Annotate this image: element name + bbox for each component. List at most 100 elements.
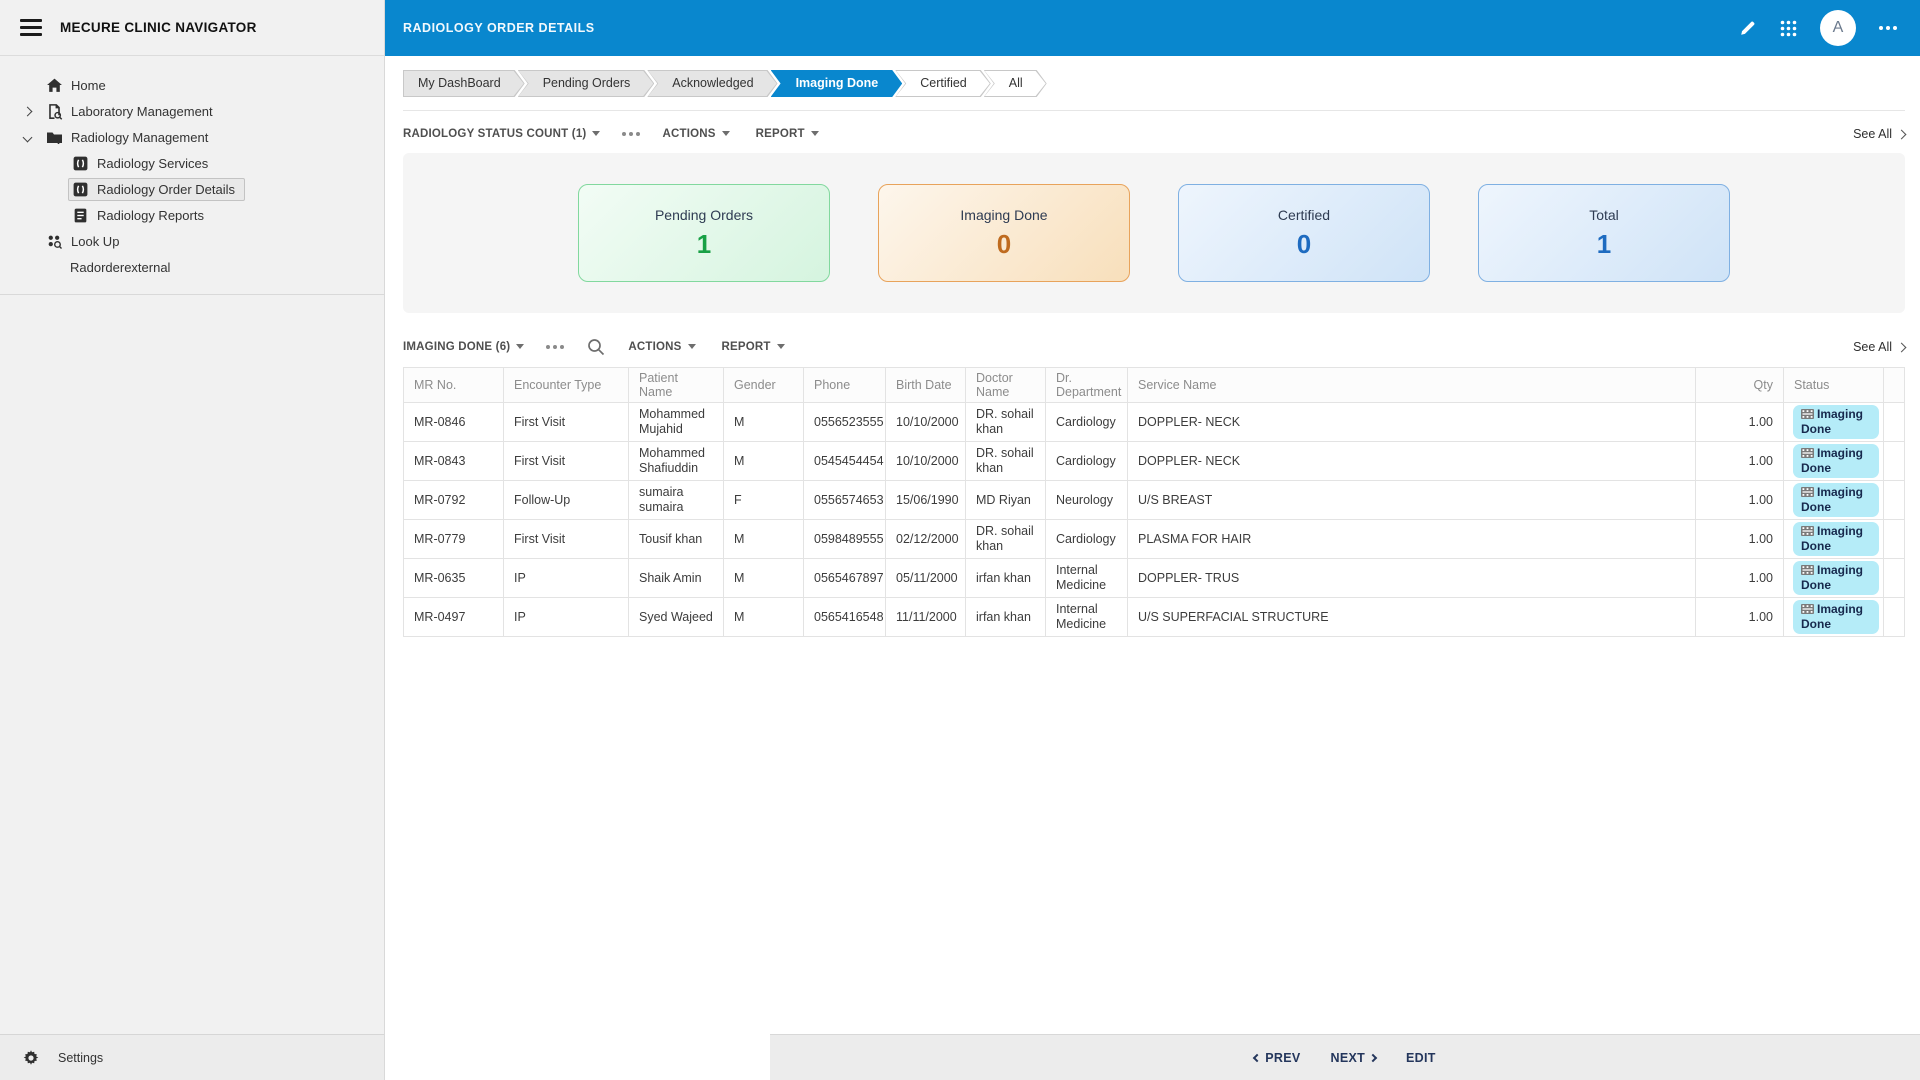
- column-header-doctor_name[interactable]: Doctor Name: [965, 367, 1046, 403]
- sidebar-item-radiology-order-details[interactable]: Radiology Order Details: [0, 176, 384, 202]
- chevron-left-icon: [1253, 1053, 1262, 1062]
- actions-button[interactable]: ACTIONS: [628, 341, 696, 353]
- gear-icon[interactable]: [22, 1049, 40, 1067]
- sidebar-item-radiology-management[interactable]: Radiology Management: [0, 124, 384, 150]
- table-row[interactable]: MR-0843 First Visit Mohammed Shafiuddin M 05…: [403, 441, 1905, 481]
- status-card-pending-orders[interactable]: Pending Orders 1: [578, 184, 830, 282]
- tab-label: All: [1008, 76, 1023, 90]
- column-header-birth_date[interactable]: Birth Date: [885, 367, 966, 403]
- tab-all[interactable]: All: [984, 70, 1047, 97]
- table-row[interactable]: MR-0497 IP Syed Wajeed M 0565416548 11/11/200…: [403, 597, 1905, 637]
- status-card-label: Pending Orders: [654, 206, 754, 223]
- chevron-down-icon[interactable]: [22, 132, 33, 142]
- table-row[interactable]: MR-0846 First Visit Mohammed Mujahid M 05565…: [403, 402, 1905, 442]
- column-header-service_name[interactable]: Service Name: [1127, 367, 1696, 403]
- cell-qty: 1.00: [1695, 480, 1784, 520]
- tab-imaging-done[interactable]: Imaging Done: [771, 70, 903, 97]
- edit-button[interactable]: EDIT: [1406, 1051, 1436, 1065]
- cell-encounter_type: IP: [503, 558, 629, 598]
- report-doc-icon: [72, 207, 89, 224]
- status-section-title[interactable]: RADIOLOGY STATUS COUNT (1): [403, 128, 601, 140]
- sidebar-footer: Settings: [0, 1034, 384, 1080]
- status-card-value: 1: [1596, 228, 1612, 259]
- column-header-phone[interactable]: Phone: [803, 367, 886, 403]
- column-header-mr_no[interactable]: MR No.: [403, 367, 504, 403]
- column-header-patient_name[interactable]: Patient Name: [628, 367, 724, 403]
- status-card-certified[interactable]: Certified 0: [1178, 184, 1430, 282]
- sidebar-item-label: Radiology Order Details: [97, 181, 236, 197]
- cell-doctor_name: MD Riyan: [965, 480, 1046, 520]
- sidebar-item-radiology-services[interactable]: Radiology Services: [0, 150, 384, 176]
- hamburger-menu-icon[interactable]: [20, 19, 42, 36]
- tab-label: Pending Orders: [542, 76, 631, 90]
- actions-button[interactable]: ACTIONS: [662, 128, 730, 140]
- column-spacer: [1883, 367, 1905, 403]
- cell-birth_date: 15/06/1990: [885, 480, 966, 520]
- search-icon[interactable]: [586, 337, 606, 357]
- sidebar-divider: [0, 294, 384, 295]
- edit-pencil-icon[interactable]: [1738, 19, 1757, 38]
- app-window: MECURE CLINIC NAVIGATOR Home Laboratory M…: [0, 0, 1920, 1080]
- sidebar: MECURE CLINIC NAVIGATOR Home Laboratory M…: [0, 0, 385, 1080]
- prev-button[interactable]: PREV: [1253, 1051, 1300, 1065]
- cell-gender: M: [723, 402, 804, 442]
- settings-label[interactable]: Settings: [58, 1051, 103, 1065]
- table-row[interactable]: MR-0779 First Visit Tousif khan M 0598489555…: [403, 519, 1905, 559]
- cell-spacer: [1883, 480, 1905, 520]
- next-button[interactable]: NEXT: [1331, 1051, 1378, 1065]
- tab-pending-orders[interactable]: Pending Orders: [518, 70, 655, 97]
- column-header-gender[interactable]: Gender: [723, 367, 804, 403]
- cell-birth_date: 02/12/2000: [885, 519, 966, 559]
- sidebar-item-laboratory-management[interactable]: Laboratory Management: [0, 98, 384, 124]
- more-options-icon[interactable]: [546, 345, 565, 349]
- more-options-icon[interactable]: [622, 132, 641, 136]
- sidebar-item-inner: Radiology Services: [72, 155, 208, 172]
- cell-dr_department: Neurology: [1045, 480, 1128, 520]
- cell-qty: 1.00: [1695, 441, 1784, 481]
- orders-section-title[interactable]: IMAGING DONE (6): [403, 341, 525, 353]
- see-all-link[interactable]: See All: [1853, 340, 1907, 354]
- status-card-value: 0: [1296, 228, 1312, 259]
- report-button[interactable]: REPORT: [756, 128, 819, 140]
- tab-my-dashboard[interactable]: My DashBoard: [403, 70, 525, 97]
- table-row[interactable]: MR-0635 IP Shaik Amin M 0565467897 05/11/2000…: [403, 558, 1905, 598]
- column-header-status[interactable]: Status: [1783, 367, 1884, 403]
- status-cards-panel: Pending Orders 1 Imaging Done 0 Certified 0 To…: [403, 153, 1905, 313]
- status-badge: Imaging Done: [1788, 598, 1879, 636]
- sidebar-item-radiology-reports[interactable]: Radiology Reports: [0, 202, 384, 228]
- cell-mr_no: MR-0779: [403, 519, 504, 559]
- page-title: RADIOLOGY ORDER DETAILS: [403, 21, 595, 35]
- column-header-qty[interactable]: Qty: [1695, 367, 1784, 403]
- column-header-encounter_type[interactable]: Encounter Type: [503, 367, 629, 403]
- chevron-down-icon: [687, 344, 696, 349]
- status-card-imaging-done[interactable]: Imaging Done 0: [878, 184, 1130, 282]
- status-badge: Imaging Done: [1788, 520, 1879, 558]
- radiology-scan-icon: [72, 155, 89, 172]
- cell-patient_name: Syed Wajeed: [628, 597, 724, 637]
- cell-dr_department: Internal Medicine: [1045, 558, 1128, 598]
- cell-status: Imaging Done: [1783, 597, 1884, 637]
- sidebar-item-home[interactable]: Home: [0, 72, 384, 98]
- cell-dr_department: Internal Medicine: [1045, 597, 1128, 637]
- status-card-label: Imaging Done: [960, 206, 1048, 223]
- avatar[interactable]: A: [1820, 10, 1856, 46]
- sidebar-item-look-up[interactable]: Look Up: [0, 228, 384, 254]
- orders-toolbar: IMAGING DONE (6) ACTIONS REPORT See All: [403, 337, 1907, 357]
- cell-mr_no: MR-0846: [403, 402, 504, 442]
- status-card-total[interactable]: Total 1: [1478, 184, 1730, 282]
- chevron-right-icon: [1896, 129, 1907, 139]
- tab-acknowledged[interactable]: Acknowledged: [647, 70, 777, 97]
- see-all-link[interactable]: See All: [1853, 127, 1907, 141]
- chevron-right-icon: [1896, 342, 1907, 352]
- more-ellipsis-icon[interactable]: [1878, 25, 1898, 31]
- chevron-right-icon[interactable]: [22, 106, 33, 116]
- table-row[interactable]: MR-0792 Follow-Up sumaira sumaira F 05565746…: [403, 480, 1905, 520]
- apps-grid-icon[interactable]: [1779, 19, 1798, 38]
- cell-patient_name: Mohammed Shafiuddin: [628, 441, 724, 481]
- column-header-dr_department[interactable]: Dr. Department: [1045, 367, 1128, 403]
- cell-spacer: [1883, 558, 1905, 598]
- tab-label: Acknowledged: [672, 76, 754, 90]
- tab-certified[interactable]: Certified: [895, 70, 991, 97]
- report-button[interactable]: REPORT: [722, 341, 785, 353]
- sidebar-item-radorderexternal[interactable]: Radorderexternal: [0, 254, 384, 280]
